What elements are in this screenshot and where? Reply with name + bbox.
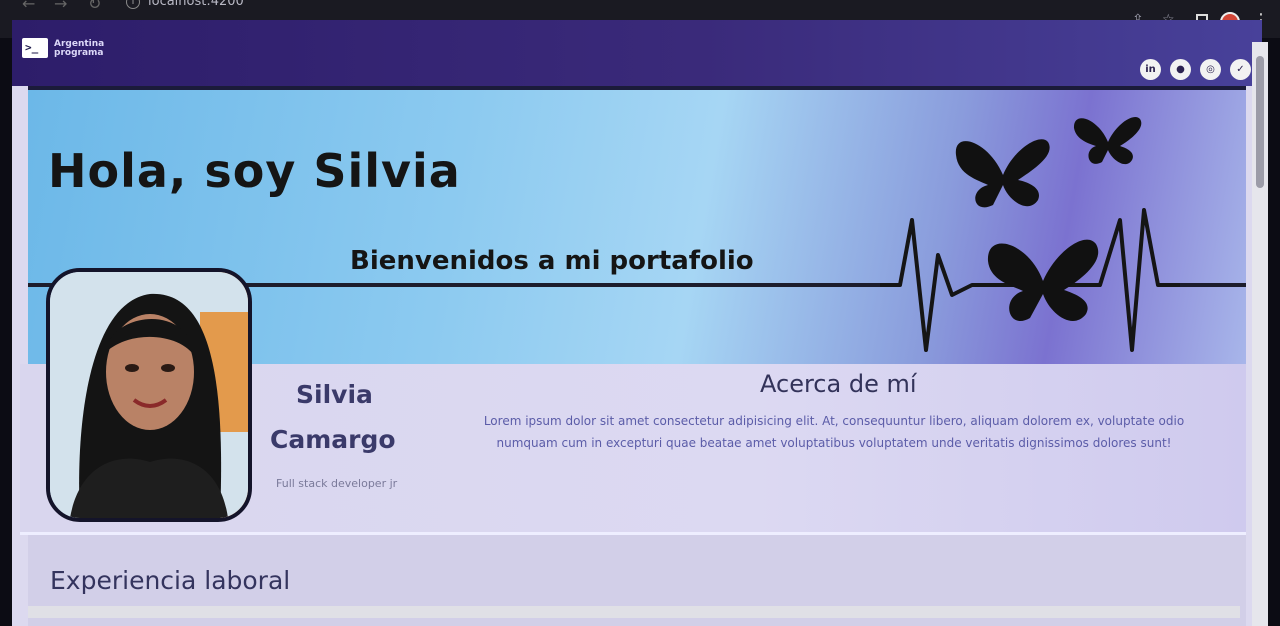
experience-title: Experiencia laboral xyxy=(50,566,291,595)
person-portrait xyxy=(50,272,248,518)
site-logo-text[interactable]: Argentina programa xyxy=(54,40,104,58)
window-edge xyxy=(0,38,12,626)
butterfly-large-icon xyxy=(987,239,1099,322)
site-info-icon[interactable]: i xyxy=(126,0,140,9)
profile-first-name: Silvia xyxy=(296,380,373,409)
horizontal-scrollbar[interactable] xyxy=(28,606,1240,618)
vertical-scrollbar-thumb[interactable] xyxy=(1256,56,1264,188)
hero-divider-right xyxy=(1178,283,1246,287)
reload-icon[interactable]: ↻ xyxy=(88,0,101,13)
instagram-icon[interactable]: ◎ xyxy=(1200,59,1221,80)
linkedin-icon[interactable]: in xyxy=(1140,59,1161,80)
back-icon[interactable]: ← xyxy=(22,0,35,13)
butterfly-icon xyxy=(955,139,1050,208)
profile-last-name: Camargo xyxy=(270,425,396,454)
logo-line-2: programa xyxy=(54,48,104,58)
about-text: Lorem ipsum dolor sit amet consectetur a… xyxy=(483,414,1185,450)
twitter-icon[interactable]: ✓ xyxy=(1230,59,1251,80)
butterfly-small-icon xyxy=(1073,116,1142,165)
address-bar[interactable]: localhost:4200 xyxy=(148,0,244,9)
hero-title: Hola, soy Silvia xyxy=(48,144,461,198)
about-title: Acerca de mí xyxy=(760,370,917,398)
terminal-logo-icon[interactable]: >_ xyxy=(22,38,48,58)
site-navbar: >_ Argentina programa in ● ◎ ✓ xyxy=(12,20,1262,86)
github-icon[interactable]: ● xyxy=(1170,59,1191,80)
hero-subtitle: Bienvenidos a mi portafolio xyxy=(350,246,754,276)
profile-role: Full stack developer jr xyxy=(276,477,398,490)
forward-icon[interactable]: → xyxy=(54,0,67,13)
profile-photo xyxy=(46,268,252,522)
